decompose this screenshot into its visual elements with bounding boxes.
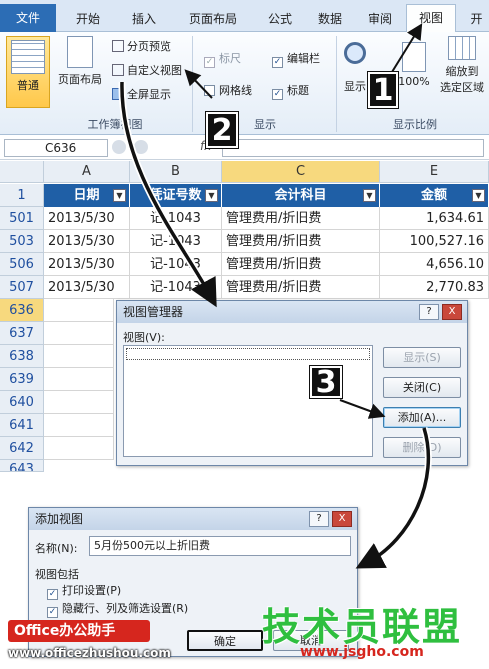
step-badge-1: 1	[368, 72, 398, 108]
annotation-arrows	[118, 23, 432, 569]
arrow-1	[391, 23, 423, 73]
arrow-2-to-custom-view	[184, 69, 213, 99]
watermark-right-url: www.jsgho.com	[300, 644, 424, 660]
step-badge-2: 2	[206, 112, 238, 148]
watermark-left-url: www.officezhushou.com	[8, 646, 171, 660]
arrow-2-to-dialog	[118, 81, 217, 308]
watermark-right-logo: 技术员联盟	[262, 605, 463, 649]
arrow-3-to-add	[339, 399, 386, 419]
step-badge-3: 3	[310, 366, 342, 398]
watermark-left-logo: Office办公助手	[8, 620, 150, 642]
arrow-to-add-view	[355, 426, 432, 569]
